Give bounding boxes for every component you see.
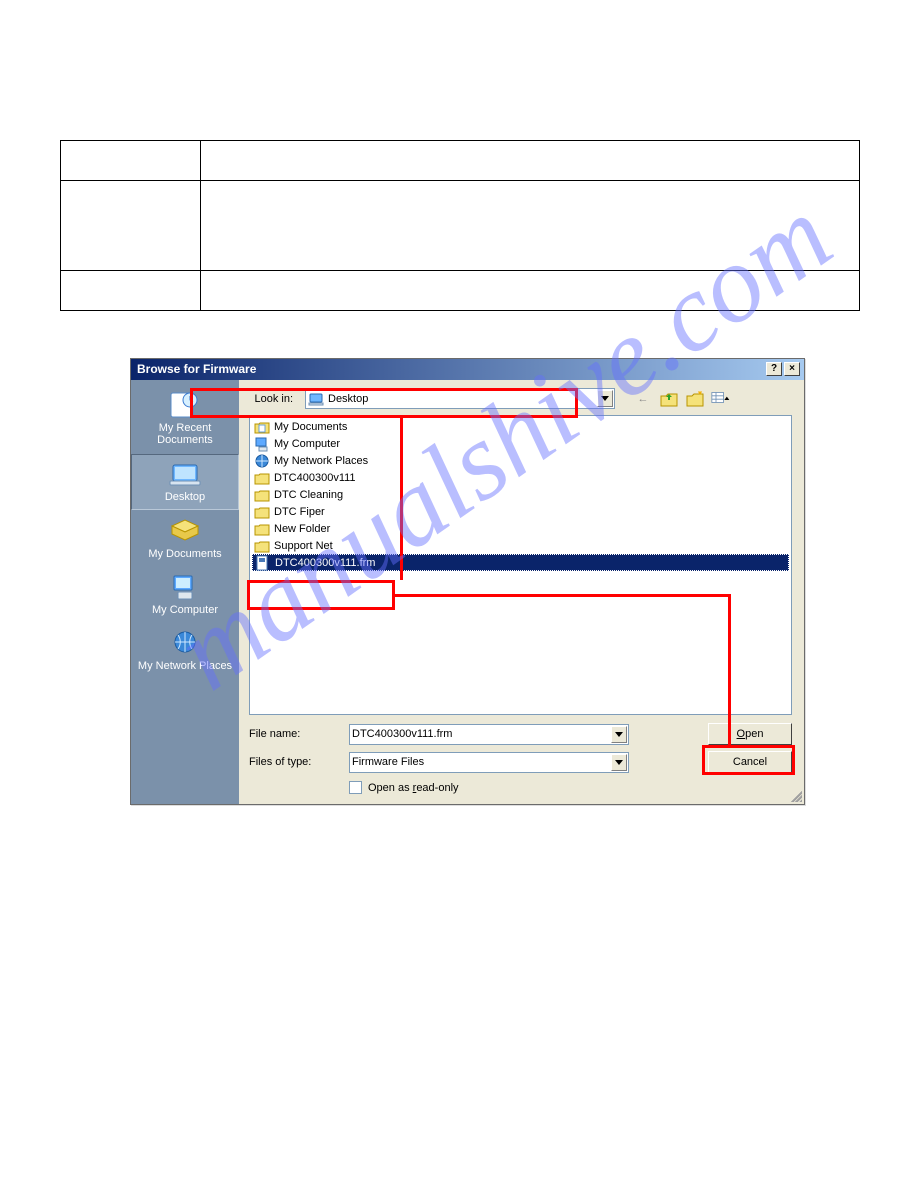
- sidebar-item-mynet[interactable]: My Network Places: [131, 624, 239, 678]
- folder-icon: [254, 521, 270, 537]
- file-item-label: My Computer: [274, 438, 340, 450]
- file-name-label: File name:: [249, 728, 349, 740]
- file-item-selected[interactable]: DTC400300v111.frm: [252, 554, 789, 571]
- desktop-icon: [168, 459, 202, 489]
- file-item-label: DTC Fiper: [274, 506, 325, 518]
- titlebar[interactable]: Browse for Firmware ? ×: [131, 359, 804, 380]
- readonly-label: Open as read-only: [368, 782, 459, 794]
- sidebar-item-mydocs[interactable]: My Documents: [131, 512, 239, 566]
- file-item[interactable]: DTC Fiper: [252, 503, 789, 520]
- folder-icon: [254, 538, 270, 554]
- dropdown-caret-icon[interactable]: [611, 726, 627, 743]
- mynet-icon: [254, 453, 270, 469]
- up-one-level-button[interactable]: [659, 389, 679, 409]
- file-item[interactable]: My Computer: [252, 435, 789, 452]
- lookin-dropdown[interactable]: Desktop: [305, 388, 615, 409]
- file-item-label: DTC400300v111: [274, 472, 356, 484]
- cancel-button[interactable]: Cancel: [708, 751, 792, 773]
- file-item[interactable]: DTC Cleaning: [252, 486, 789, 503]
- new-folder-button[interactable]: [685, 389, 705, 409]
- file-list[interactable]: My Documents My Computer My Network Places…: [249, 415, 792, 715]
- blank-table: [60, 140, 860, 311]
- file-name-field[interactable]: DTC400300v111.frm: [349, 724, 629, 745]
- file-item[interactable]: My Network Places: [252, 452, 789, 469]
- folder-icon: [254, 504, 270, 520]
- file-item[interactable]: Support Net: [252, 537, 789, 554]
- file-item-label: New Folder: [274, 523, 330, 535]
- sidebar-item-label: My Computer: [152, 604, 218, 616]
- sidebar-item-desktop[interactable]: Desktop: [131, 454, 239, 510]
- mycomp-icon: [254, 436, 270, 452]
- readonly-checkbox[interactable]: [349, 781, 362, 794]
- file-browse-dialog: Browse for Firmware ? × My Recent Docume…: [130, 358, 805, 805]
- lookin-label: Look in:: [249, 393, 297, 405]
- back-button[interactable]: ←: [633, 389, 653, 409]
- sidebar-item-label: My Recent Documents: [157, 422, 213, 446]
- sidebar-item-label: My Network Places: [138, 660, 232, 672]
- help-button[interactable]: ?: [766, 362, 782, 376]
- sidebar-item-label: Desktop: [165, 491, 205, 503]
- file-item-label: DTC Cleaning: [274, 489, 343, 501]
- files-of-type-dropdown[interactable]: Firmware Files: [349, 752, 629, 773]
- files-of-type-value: Firmware Files: [352, 756, 424, 768]
- close-button[interactable]: ×: [784, 362, 800, 376]
- file-item-label: My Documents: [274, 421, 347, 433]
- file-icon: [255, 555, 271, 571]
- desktop-small-icon: [308, 391, 324, 407]
- places-bar: My Recent Documents Desktop My Documents…: [131, 380, 239, 804]
- open-button[interactable]: Open: [708, 723, 792, 745]
- file-item[interactable]: My Documents: [252, 418, 789, 435]
- folder-icon: [254, 470, 270, 486]
- recent-docs-icon: [168, 390, 202, 420]
- mydocs-icon: [168, 516, 202, 546]
- mycomp-icon: [168, 572, 202, 602]
- sidebar-item-recent[interactable]: My Recent Documents: [131, 386, 239, 452]
- file-item[interactable]: DTC400300v111: [252, 469, 789, 486]
- lookin-value: Desktop: [328, 393, 368, 405]
- sidebar-item-label: My Documents: [148, 548, 221, 560]
- sidebar-item-mycomp[interactable]: My Computer: [131, 568, 239, 622]
- mydocs-icon: [254, 419, 270, 435]
- network-places-icon: [168, 628, 202, 658]
- file-item[interactable]: New Folder: [252, 520, 789, 537]
- file-item-label: DTC400300v111.frm: [275, 557, 375, 569]
- dialog-title: Browse for Firmware: [137, 362, 256, 376]
- dropdown-caret-icon[interactable]: [611, 754, 627, 771]
- folder-icon: [254, 487, 270, 503]
- file-name-value: DTC400300v111.frm: [352, 728, 452, 740]
- file-item-label: My Network Places: [274, 455, 368, 467]
- resize-grip[interactable]: [788, 788, 802, 802]
- files-of-type-label: Files of type:: [249, 756, 349, 768]
- dropdown-caret-icon[interactable]: [597, 390, 613, 407]
- file-item-label: Support Net: [274, 540, 333, 552]
- views-button[interactable]: [711, 389, 731, 409]
